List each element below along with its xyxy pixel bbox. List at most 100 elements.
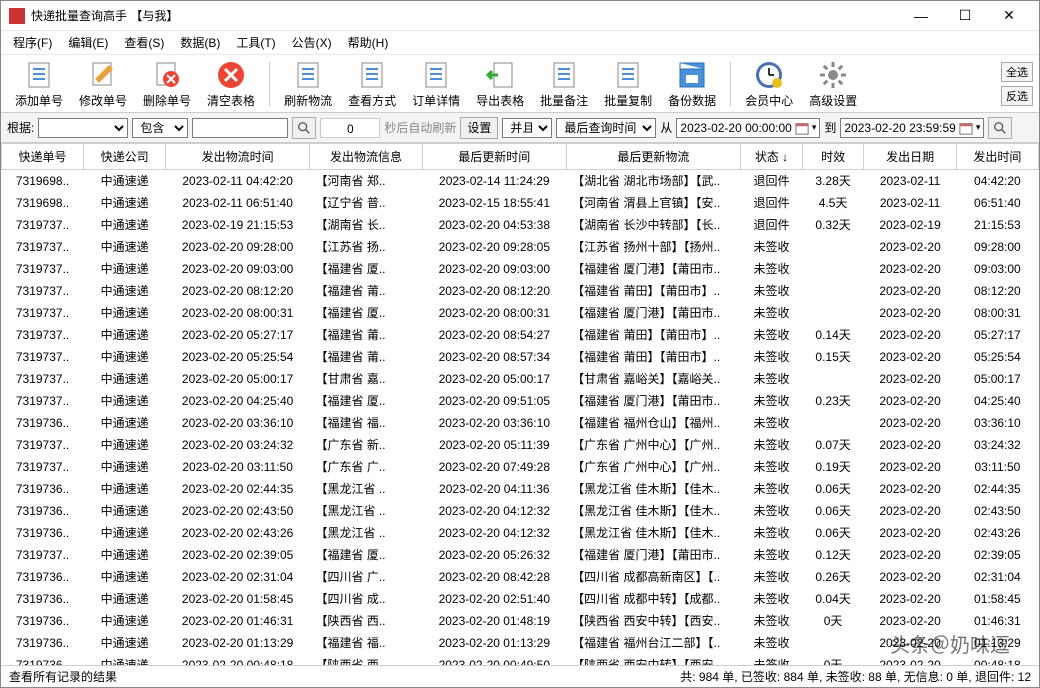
table-cell: 2023-02-20 02:39:05 bbox=[166, 544, 310, 566]
from-label: 从 bbox=[660, 119, 672, 136]
app-icon bbox=[9, 8, 25, 24]
table-row[interactable]: 7319737..中通速递2023-02-20 03:11:50【广东省 广..… bbox=[2, 456, 1039, 478]
table-row[interactable]: 7319737..中通速递2023-02-20 03:24:32【广东省 新..… bbox=[2, 434, 1039, 456]
menu-item-帮助(H)[interactable]: 帮助(H) bbox=[340, 32, 397, 53]
filter-field-select[interactable] bbox=[38, 118, 128, 138]
status-bar: 查看所有记录的结果 共: 984 单, 已签收: 884 单, 未签收: 88 … bbox=[1, 665, 1039, 687]
minimize-button[interactable]: — bbox=[899, 2, 943, 30]
table-cell: 2023-02-20 08:00:31 bbox=[166, 302, 310, 324]
detail-button[interactable]: 订单详情 bbox=[406, 57, 466, 111]
table-cell: 7319737.. bbox=[2, 280, 84, 302]
invert-selection-button[interactable]: 反选 bbox=[1001, 86, 1033, 106]
remark-icon bbox=[548, 59, 580, 91]
table-cell: 09:28:00 bbox=[956, 236, 1038, 258]
table-cell: 未签收 bbox=[741, 280, 803, 302]
table-cell: 未签收 bbox=[741, 478, 803, 500]
table-row[interactable]: 7319737..中通速递2023-02-20 09:28:00【江苏省 扬..… bbox=[2, 236, 1039, 258]
maximize-button[interactable]: ☐ bbox=[943, 2, 987, 30]
table-cell: 中通速递 bbox=[84, 170, 166, 192]
table-row[interactable]: 7319698..中通速递2023-02-11 06:51:40【辽宁省 普..… bbox=[2, 192, 1039, 214]
column-header[interactable]: 发出物流时间 bbox=[166, 144, 310, 170]
table-row[interactable]: 7319737..中通速递2023-02-20 08:00:31【福建省 厦..… bbox=[2, 302, 1039, 324]
table-row[interactable]: 7319737..中通速递2023-02-20 05:27:17【福建省 莆..… bbox=[2, 324, 1039, 346]
viewmode-button[interactable]: 查看方式 bbox=[342, 57, 402, 111]
settings-button[interactable]: 设置 bbox=[460, 117, 498, 139]
table-cell: 中通速递 bbox=[84, 610, 166, 632]
filter-value-input[interactable] bbox=[192, 118, 288, 138]
table-row[interactable]: 7319737..中通速递2023-02-20 05:00:17【甘肃省 嘉..… bbox=[2, 368, 1039, 390]
table-cell: 2023-02-20 03:36:10 bbox=[166, 412, 310, 434]
table-row[interactable]: 7319737..中通速递2023-02-20 05:25:54【福建省 莆..… bbox=[2, 346, 1039, 368]
menu-item-程序(F)[interactable]: 程序(F) bbox=[5, 32, 60, 53]
table-row[interactable]: 7319736..中通速递2023-02-20 02:44:35【黑龙江省 ..… bbox=[2, 478, 1039, 500]
table-row[interactable]: 7319737..中通速递2023-02-20 08:12:20【福建省 莆..… bbox=[2, 280, 1039, 302]
del-button[interactable]: 删除单号 bbox=[137, 57, 197, 111]
remark-button[interactable]: 批量备注 bbox=[534, 57, 594, 111]
table-cell: 【福建省 莆田】【莆田市】.. bbox=[566, 346, 741, 368]
table-row[interactable]: 7319736..中通速递2023-02-20 01:46:31【陕西省 西..… bbox=[2, 610, 1039, 632]
from-date-input[interactable]: 2023-02-20 00:00:00 ▾ bbox=[676, 118, 820, 138]
column-header[interactable]: 发出时间 bbox=[956, 144, 1038, 170]
backup-button[interactable]: 备份数据 bbox=[662, 57, 722, 111]
table-cell: 2023-02-20 02:31:04 bbox=[166, 566, 310, 588]
edit-button[interactable]: 修改单号 bbox=[73, 57, 133, 111]
table-cell bbox=[802, 368, 864, 390]
add-button[interactable]: 添加单号 bbox=[9, 57, 69, 111]
filter-match-select[interactable]: 包含 bbox=[132, 118, 188, 138]
table-row[interactable]: 7319736..中通速递2023-02-20 03:36:10【福建省 福..… bbox=[2, 412, 1039, 434]
date-field-select[interactable]: 最后查询时间 bbox=[556, 118, 656, 138]
filter-search-button[interactable] bbox=[988, 117, 1012, 139]
table-cell: 7319736.. bbox=[2, 654, 84, 666]
menu-item-数据(B)[interactable]: 数据(B) bbox=[172, 32, 228, 53]
detail-icon bbox=[420, 59, 452, 91]
table-cell: 【福建省 厦.. bbox=[309, 390, 422, 412]
table-row[interactable]: 7319737..中通速递2023-02-19 21:15:53【湖南省 长..… bbox=[2, 214, 1039, 236]
table-cell: 【福建省 厦.. bbox=[309, 258, 422, 280]
table-cell: 2023-02-11 bbox=[864, 192, 956, 214]
table-cell: 2023-02-20 02:44:35 bbox=[166, 478, 310, 500]
table-row[interactable]: 7319737..中通速递2023-02-20 02:39:05【福建省 厦..… bbox=[2, 544, 1039, 566]
table-row[interactable]: 7319698..中通速递2023-02-11 04:42:20【河南省 郑..… bbox=[2, 170, 1039, 192]
column-header[interactable]: 最后更新物流 bbox=[566, 144, 741, 170]
table-cell: 中通速递 bbox=[84, 588, 166, 610]
column-header[interactable]: 发出日期 bbox=[864, 144, 956, 170]
menu-item-工具(T)[interactable]: 工具(T) bbox=[228, 32, 283, 53]
table-cell: 2023-02-20 01:13:29 bbox=[422, 632, 566, 654]
copy-button[interactable]: 批量复制 bbox=[598, 57, 658, 111]
refresh-button[interactable]: 刷新物流 bbox=[278, 57, 338, 111]
column-header[interactable]: 状态 ↓ bbox=[741, 144, 803, 170]
column-header[interactable]: 发出物流信息 bbox=[309, 144, 422, 170]
table-cell bbox=[802, 302, 864, 324]
member-button[interactable]: 会员中心 bbox=[739, 57, 799, 111]
table-cell: 【福建省 莆.. bbox=[309, 280, 422, 302]
table-cell: 7319737.. bbox=[2, 214, 84, 236]
table-row[interactable]: 7319737..中通速递2023-02-20 04:25:40【福建省 厦..… bbox=[2, 390, 1039, 412]
to-date-input[interactable]: 2023-02-20 23:59:59 ▾ bbox=[840, 118, 984, 138]
table-row[interactable]: 7319736..中通速递2023-02-20 02:43:50【黑龙江省 ..… bbox=[2, 500, 1039, 522]
clear-icon bbox=[215, 59, 247, 91]
table-row[interactable]: 7319736..中通速递2023-02-20 01:13:29【福建省 福..… bbox=[2, 632, 1039, 654]
table-row[interactable]: 7319736..中通速递2023-02-20 01:58:45【四川省 成..… bbox=[2, 588, 1039, 610]
export-button[interactable]: 导出表格 bbox=[470, 57, 530, 111]
advset-button[interactable]: 高级设置 bbox=[803, 57, 863, 111]
table-cell: 【广东省 广州中心】【广州.. bbox=[566, 434, 741, 456]
table-row[interactable]: 7319736..中通速递2023-02-20 02:43:26【黑龙江省 ..… bbox=[2, 522, 1039, 544]
data-grid[interactable]: 快递单号快递公司发出物流时间发出物流信息最后更新时间最后更新物流状态 ↓时效发出… bbox=[1, 143, 1039, 665]
menu-item-查看(S)[interactable]: 查看(S) bbox=[116, 32, 172, 53]
column-header[interactable]: 快递公司 bbox=[84, 144, 166, 170]
table-row[interactable]: 7319736..中通速递2023-02-20 00:48:18【陕西省 西..… bbox=[2, 654, 1039, 666]
clear-button[interactable]: 清空表格 bbox=[201, 57, 261, 111]
table-cell: 7319736.. bbox=[2, 588, 84, 610]
close-button[interactable]: ✕ bbox=[987, 2, 1031, 30]
condition-select[interactable]: 并且 bbox=[502, 118, 552, 138]
table-cell: 2023-02-11 bbox=[864, 170, 956, 192]
select-all-button[interactable]: 全选 bbox=[1001, 62, 1033, 82]
table-row[interactable]: 7319736..中通速递2023-02-20 02:31:04【四川省 广..… bbox=[2, 566, 1039, 588]
table-row[interactable]: 7319737..中通速递2023-02-20 09:03:00【福建省 厦..… bbox=[2, 258, 1039, 280]
column-header[interactable]: 快递单号 bbox=[2, 144, 84, 170]
column-header[interactable]: 最后更新时间 bbox=[422, 144, 566, 170]
search-button[interactable] bbox=[292, 117, 316, 139]
column-header[interactable]: 时效 bbox=[802, 144, 864, 170]
menu-item-公告(X)[interactable]: 公告(X) bbox=[284, 32, 340, 53]
menu-item-编辑(E)[interactable]: 编辑(E) bbox=[60, 32, 116, 53]
